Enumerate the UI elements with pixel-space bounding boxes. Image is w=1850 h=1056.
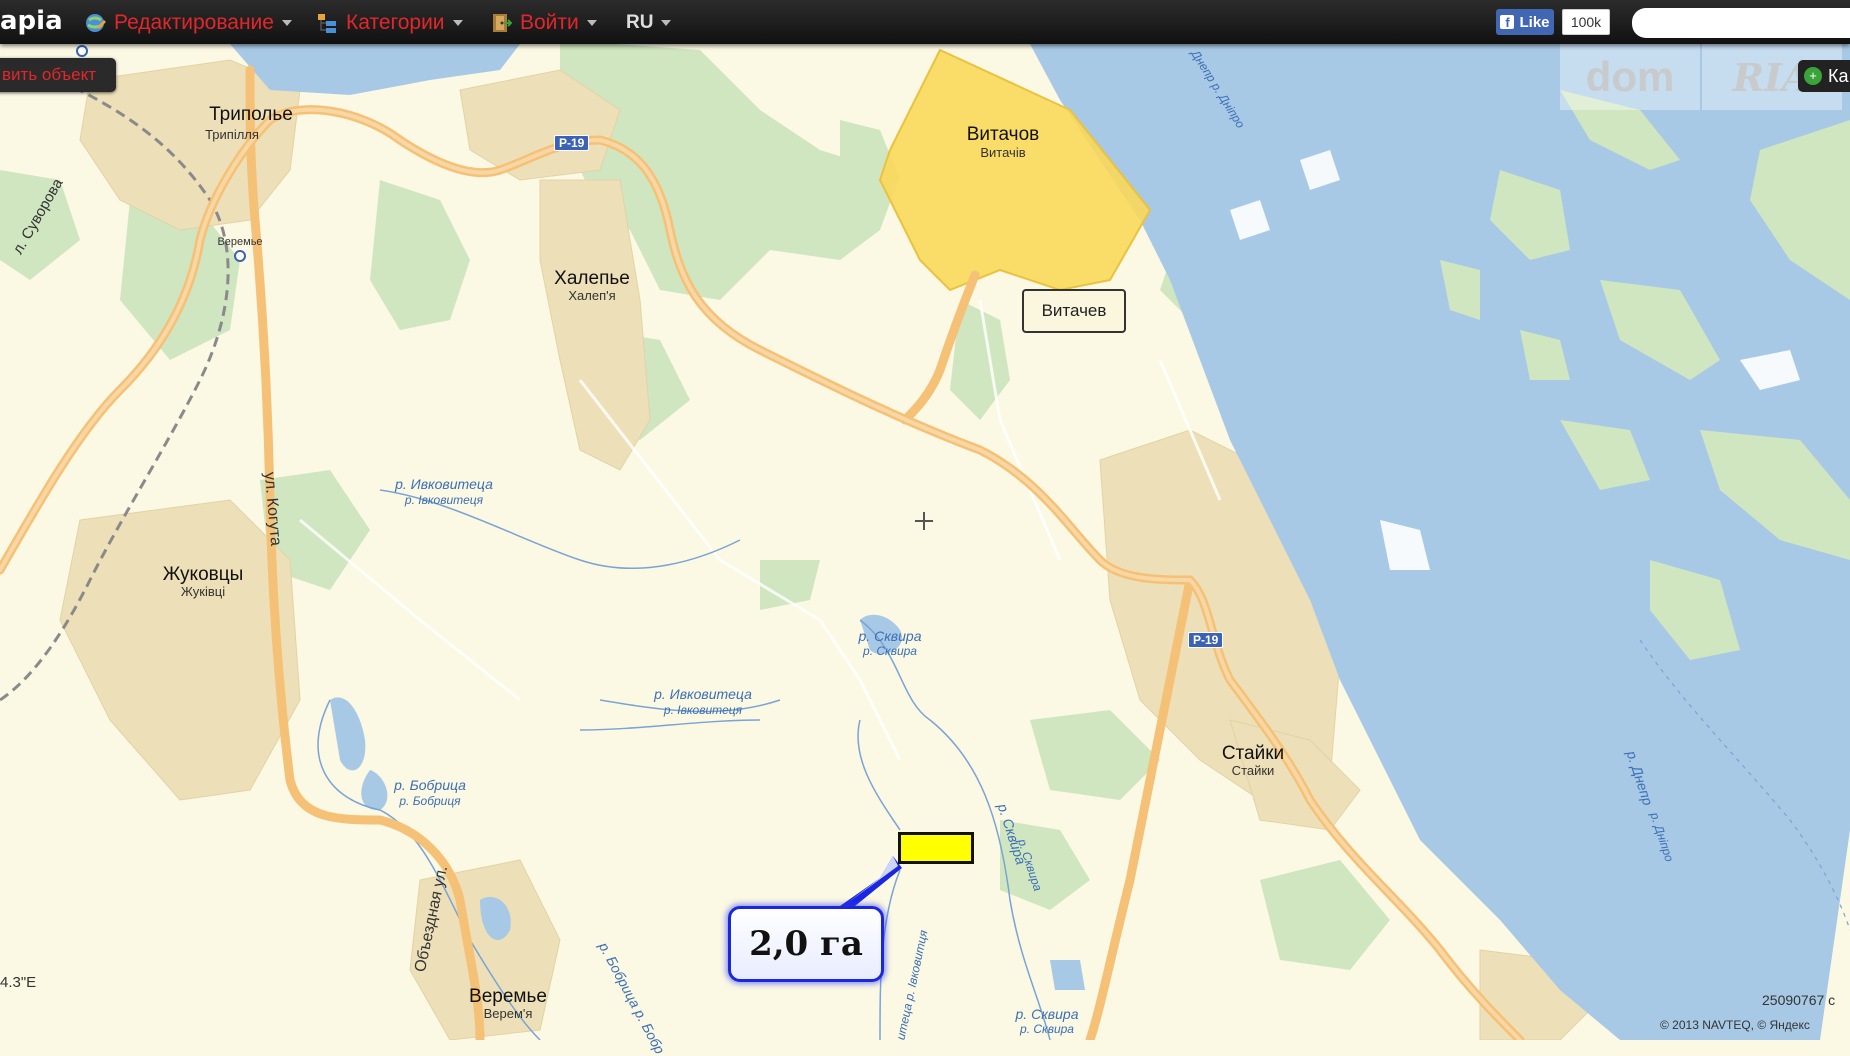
place-sublabel-tripolye: Трипілля bbox=[205, 127, 259, 142]
place-label-staiki: Стайки bbox=[1221, 743, 1285, 764]
door-icon bbox=[490, 12, 513, 34]
river-sublabel-ivkovitsa: р. Івковитеця bbox=[404, 493, 484, 507]
menu-login[interactable]: Войти bbox=[490, 10, 597, 36]
place-label-veremye: Веремье bbox=[469, 986, 547, 1007]
coordinate-readout: 4.3"E bbox=[0, 974, 37, 991]
top-toolbar: apia Редактирование Категории Войти RU f… bbox=[0, 0, 1850, 44]
place-sublabel-veremye: Верем'я bbox=[483, 1006, 533, 1021]
river-label-ivkovitsa: р. Ивковитеца bbox=[395, 476, 493, 492]
watermark-dom: dom bbox=[1560, 44, 1700, 110]
globe-pencil-icon bbox=[84, 12, 106, 34]
place-sublabel-vitachov: Витачів bbox=[980, 145, 1026, 160]
facebook-like-label: Like bbox=[1519, 13, 1550, 31]
chevron-down-icon bbox=[452, 20, 463, 26]
add-object-button[interactable]: вить объект bbox=[0, 58, 116, 92]
categories-side-label: Ка bbox=[1828, 65, 1849, 86]
place-sublabel-staiki: Стайки bbox=[1231, 763, 1275, 778]
categories-side-button[interactable]: + Ка bbox=[1798, 60, 1850, 92]
area-callout: 2,0 га bbox=[728, 906, 884, 982]
river-label-skvira: р. Сквира bbox=[858, 628, 922, 644]
menu-language-label: RU bbox=[626, 12, 654, 33]
river-label-ivkovitsa: р. Ивковитеца bbox=[654, 686, 752, 702]
menu-language[interactable]: RU bbox=[626, 10, 672, 36]
tree-list-icon bbox=[316, 12, 338, 34]
station-label: Веремье bbox=[217, 236, 263, 248]
map-tooltip[interactable]: Витачев bbox=[1022, 289, 1126, 333]
facebook-like-button[interactable]: f Like bbox=[1496, 9, 1554, 35]
menu-edit-label: Редактирование bbox=[114, 11, 274, 34]
river-sublabel-bobrica: р. Бобриця bbox=[399, 794, 461, 808]
menu-categories[interactable]: Категории bbox=[316, 10, 463, 36]
chevron-down-icon bbox=[281, 20, 292, 26]
land-plot-marker[interactable] bbox=[898, 832, 974, 864]
search-input[interactable] bbox=[1632, 8, 1850, 38]
river-label-bobrica: р. Бобрица bbox=[394, 777, 466, 793]
river-sublabel-skvira: р. Сквира bbox=[1020, 1022, 1074, 1036]
map-id-text: 25090767 с bbox=[1762, 992, 1836, 1008]
river-sublabel-skvira: р. Сквира bbox=[863, 644, 917, 658]
menu-categories-label: Категории bbox=[346, 11, 445, 34]
chevron-down-icon bbox=[586, 20, 597, 26]
site-logo[interactable]: apia bbox=[0, 6, 63, 36]
place-label-tripolye: Триполье bbox=[209, 104, 293, 125]
plus-icon: + bbox=[1804, 67, 1822, 85]
menu-edit[interactable]: Редактирование bbox=[84, 10, 292, 36]
facebook-like-count: 100k bbox=[1562, 9, 1610, 35]
menu-login-label: Войти bbox=[520, 11, 579, 34]
river-label-skvira: р. Сквира bbox=[1015, 1006, 1079, 1022]
place-sublabel-khalepye: Халеп'я bbox=[568, 288, 616, 303]
facebook-icon: f bbox=[1500, 15, 1515, 30]
road-sign-r19: Р-19 bbox=[554, 135, 590, 151]
place-sublabel-zhukovtsy: Жуківці bbox=[180, 584, 226, 599]
chevron-down-icon bbox=[661, 20, 672, 26]
map-copyright: © 2013 NAVTEQ, © Яндекс bbox=[1660, 1018, 1810, 1032]
place-label-zhukovtsy: Жуковцы bbox=[162, 564, 244, 585]
road-sign-r19: Р-19 bbox=[1188, 632, 1224, 648]
place-label-khalepye: Халепье bbox=[554, 268, 630, 289]
place-label-vitachov: Витачов bbox=[966, 124, 1040, 145]
river-sublabel-ivkovitsa: р. Івковитеця bbox=[663, 703, 743, 717]
